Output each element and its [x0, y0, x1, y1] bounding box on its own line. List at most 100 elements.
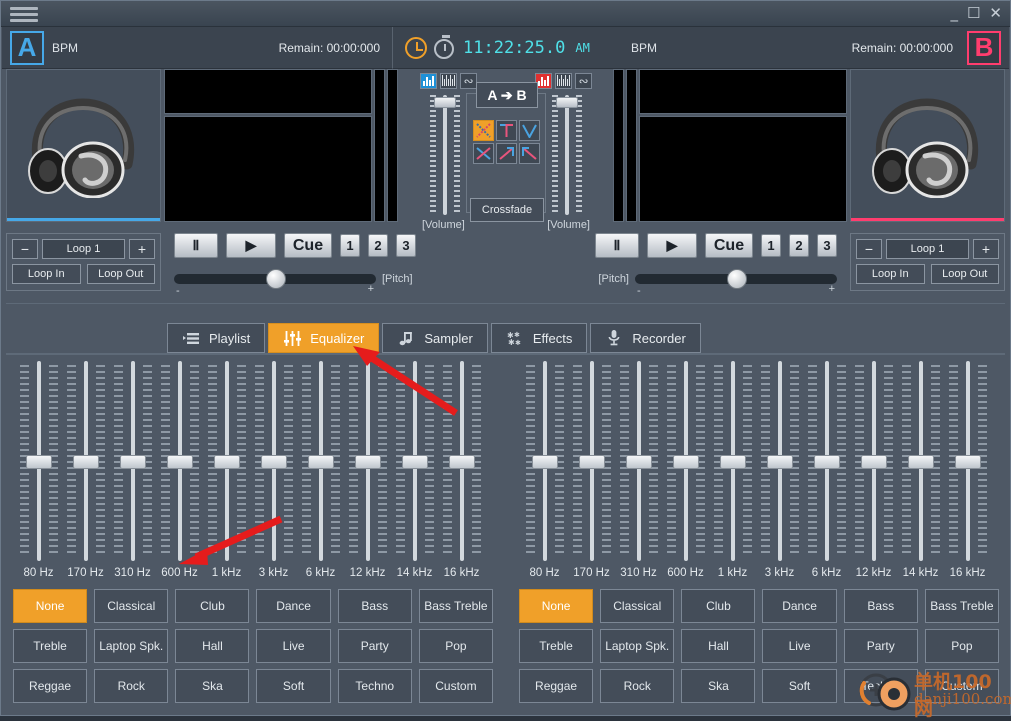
hamburger-menu-icon[interactable]: [10, 7, 38, 22]
deck-b-main-waveform[interactable]: [639, 116, 847, 222]
eq-handle[interactable]: [625, 455, 652, 469]
eq-slider[interactable]: [854, 361, 894, 561]
deck-a-main-waveform[interactable]: [164, 116, 372, 222]
eq-slider[interactable]: [666, 361, 706, 561]
crossfade-curve-v[interactable]: [519, 120, 540, 141]
close-icon[interactable]: ✕: [989, 4, 1002, 22]
volume-handle[interactable]: [556, 97, 578, 108]
loop-out-button[interactable]: Loop Out: [930, 264, 999, 284]
hotcue-2-button[interactable]: 2: [368, 234, 388, 257]
preset-button[interactable]: Ska: [681, 669, 756, 703]
preset-button[interactable]: None: [13, 589, 88, 623]
eq-handle[interactable]: [119, 455, 146, 469]
eq-handle[interactable]: [954, 455, 981, 469]
eq-handle[interactable]: [672, 455, 699, 469]
pitch-handle[interactable]: [266, 269, 286, 289]
preset-button[interactable]: Pop: [418, 629, 493, 663]
preset-button[interactable]: Ska: [175, 669, 250, 703]
eq-handle[interactable]: [448, 455, 475, 469]
eq-handle[interactable]: [260, 455, 287, 469]
preset-button[interactable]: Soft: [256, 669, 331, 703]
eq-slider[interactable]: [901, 361, 941, 561]
waveform-icon[interactable]: [555, 73, 572, 89]
eq-handle[interactable]: [307, 455, 334, 469]
preset-button[interactable]: Party: [337, 629, 412, 663]
stopwatch-icon[interactable]: [434, 35, 454, 59]
eq-slider[interactable]: [66, 361, 106, 561]
preset-button[interactable]: Rock: [600, 669, 675, 703]
eq-handle[interactable]: [860, 455, 887, 469]
preset-button[interactable]: Custom: [924, 669, 999, 703]
eq-slider[interactable]: [525, 361, 565, 561]
curve-icon[interactable]: ∾: [460, 73, 477, 89]
tab-recorder[interactable]: Recorder: [590, 323, 701, 353]
eq-handle[interactable]: [766, 455, 793, 469]
preset-button[interactable]: Dance: [762, 589, 837, 623]
preset-button[interactable]: Bass: [337, 589, 412, 623]
preset-button[interactable]: Bass Treble: [924, 589, 999, 623]
loop-minus-button[interactable]: −: [856, 239, 882, 259]
eq-slider[interactable]: [301, 361, 341, 561]
eq-handle[interactable]: [907, 455, 934, 469]
hotcue-1-button[interactable]: 1: [340, 234, 360, 257]
preset-button[interactable]: Hall: [175, 629, 250, 663]
deck-b-volume-slider[interactable]: [552, 95, 582, 215]
deck-a-volume-slider[interactable]: [430, 95, 460, 215]
eq-handle[interactable]: [354, 455, 381, 469]
loop-plus-button[interactable]: +: [973, 239, 999, 259]
loop-name[interactable]: Loop 1: [42, 239, 125, 259]
crossfade-curve-slash-down[interactable]: [519, 143, 540, 164]
pitch-handle[interactable]: [727, 269, 747, 289]
eq-handle[interactable]: [531, 455, 558, 469]
preset-button[interactable]: Reggae: [519, 669, 594, 703]
preset-button[interactable]: Techno: [337, 669, 412, 703]
hotcue-3-button[interactable]: 3: [396, 234, 416, 257]
a-to-b-button[interactable]: A ➔ B: [476, 82, 538, 108]
loop-in-button[interactable]: Loop In: [12, 264, 81, 284]
eq-slider[interactable]: [113, 361, 153, 561]
eq-handle[interactable]: [72, 455, 99, 469]
eq-handle[interactable]: [166, 455, 193, 469]
preset-button[interactable]: Hall: [681, 629, 756, 663]
crossfade-curve-slash-up[interactable]: [496, 143, 517, 164]
preset-button[interactable]: Treble: [519, 629, 594, 663]
deck-b-label[interactable]: B: [967, 30, 1001, 65]
eq-handle[interactable]: [719, 455, 746, 469]
eq-handle[interactable]: [25, 455, 52, 469]
cue-button[interactable]: Cue: [284, 233, 332, 258]
curve-icon[interactable]: ∾: [575, 73, 592, 89]
preset-button[interactable]: Dance: [256, 589, 331, 623]
pause-button[interactable]: Ⅱ: [174, 233, 218, 258]
loop-in-button[interactable]: Loop In: [856, 264, 925, 284]
preset-button[interactable]: Rock: [94, 669, 169, 703]
preset-button[interactable]: Club: [175, 589, 250, 623]
volume-handle[interactable]: [434, 97, 456, 108]
tab-equalizer[interactable]: Equalizer: [268, 323, 380, 353]
eq-slider[interactable]: [572, 361, 612, 561]
loop-minus-button[interactable]: −: [12, 239, 38, 259]
minimize-icon[interactable]: _: [950, 4, 958, 22]
maximize-icon[interactable]: ☐: [967, 4, 980, 22]
preset-button[interactable]: Treble: [13, 629, 88, 663]
preset-button[interactable]: Techno: [843, 669, 918, 703]
deck-b-pitch-slider[interactable]: - +: [635, 269, 837, 297]
hotcue-2-button[interactable]: 2: [789, 234, 809, 257]
play-button[interactable]: ▶: [647, 233, 697, 258]
play-button[interactable]: ▶: [226, 233, 276, 258]
eq-slider[interactable]: [348, 361, 388, 561]
crossfade-button[interactable]: Crossfade: [470, 198, 544, 222]
hotcue-1-button[interactable]: 1: [761, 234, 781, 257]
eq-slider[interactable]: [807, 361, 847, 561]
cue-button[interactable]: Cue: [705, 233, 753, 258]
eq-slider[interactable]: [19, 361, 59, 561]
preset-button[interactable]: Club: [681, 589, 756, 623]
preset-button[interactable]: Party: [843, 629, 918, 663]
clock-icon[interactable]: [405, 36, 427, 59]
deck-a-pitch-slider[interactable]: - +: [174, 269, 376, 297]
preset-button[interactable]: Laptop Spk.: [94, 629, 169, 663]
loop-out-button[interactable]: Loop Out: [86, 264, 155, 284]
waveform-icon[interactable]: [440, 73, 457, 89]
eq-slider[interactable]: [442, 361, 482, 561]
preset-button[interactable]: Laptop Spk.: [600, 629, 675, 663]
eq-slider[interactable]: [395, 361, 435, 561]
